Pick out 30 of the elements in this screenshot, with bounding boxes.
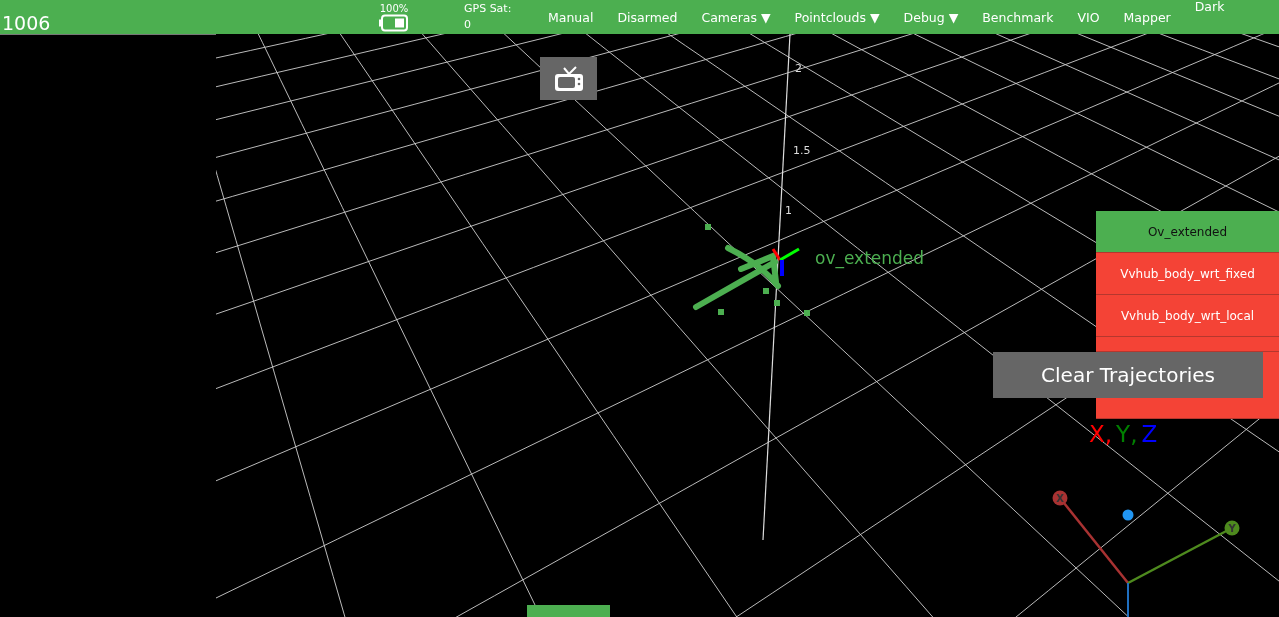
tv-icon <box>553 65 584 92</box>
nav-link[interactable]: Disarmed <box>605 0 690 34</box>
trajectory-toggle[interactable]: Vvhub_body_wrt_fixed <box>1096 253 1279 295</box>
gps-label: GPS Sat: <box>464 3 513 15</box>
nav-link[interactable]: Cameras ▼ <box>689 0 783 34</box>
nav-link[interactable]: Debug ▼ <box>891 0 971 34</box>
axis-tick-label: 1 <box>785 204 792 217</box>
nav-link[interactable]: Pointclouds ▼ <box>782 0 892 34</box>
camera-view-button[interactable] <box>540 57 597 100</box>
clear-trajectories-button[interactable]: Clear Trajectories <box>993 352 1263 398</box>
axis-legend-label: Z <box>1141 421 1158 447</box>
axis-legend-label: X, <box>1089 421 1113 447</box>
trajectory-toggle[interactable] <box>1096 337 1279 352</box>
axis-gizmo-drawing[interactable]: X Y <box>1046 484 1246 617</box>
theme-toggle[interactable]: Dark <box>1182 0 1237 34</box>
gps-value: 0 <box>464 19 472 31</box>
axis-tick-label: 1.5 <box>793 144 811 157</box>
nav-link[interactable]: Manual <box>536 0 606 34</box>
nav-link[interactable]: Mapper <box>1111 0 1183 34</box>
nav-link[interactable]: Benchmark <box>970 0 1066 34</box>
trajectory-toggle-edge[interactable] <box>1263 352 1279 398</box>
bottom-tab[interactable] <box>527 605 610 617</box>
battery-icon <box>379 13 409 32</box>
counter-reading: 1006 <box>1 12 52 34</box>
battery-label: 100% <box>379 2 409 14</box>
nav-link[interactable]: VIO <box>1065 0 1112 34</box>
trajectory-toggle[interactable] <box>1096 398 1279 419</box>
trajectory-toggle[interactable]: Vvhub_body_wrt_local <box>1096 295 1279 337</box>
axis-legend-label: Y, <box>1116 421 1138 447</box>
trajectory-toggle[interactable]: Ov_extended <box>1096 211 1279 253</box>
